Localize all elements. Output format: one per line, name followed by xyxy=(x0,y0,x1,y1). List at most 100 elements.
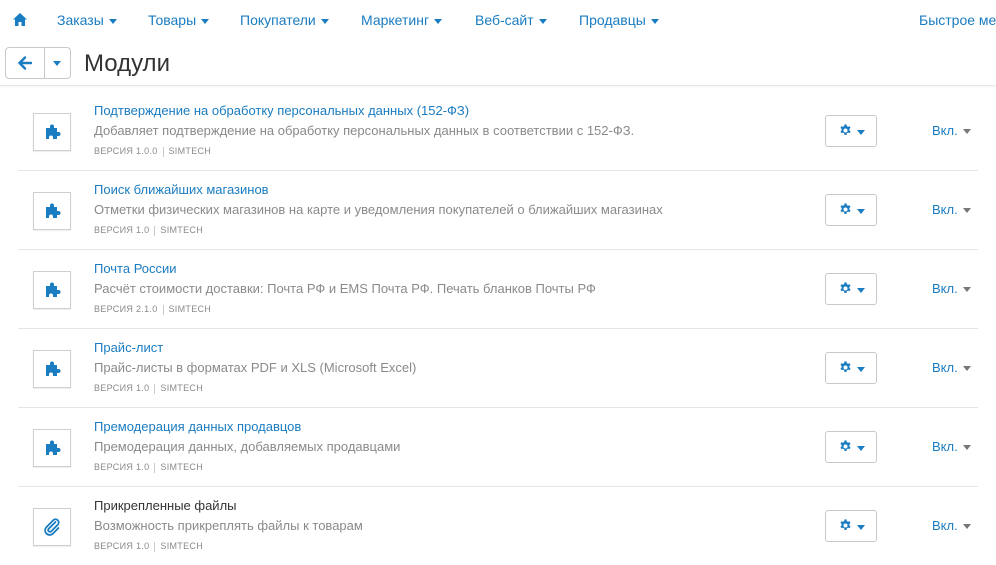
module-row: Прикрепленные файлы Возможность прикрепля… xyxy=(18,486,978,565)
arrow-left-icon xyxy=(18,56,32,70)
gear-icon xyxy=(840,361,851,372)
module-status-label: Вкл. xyxy=(932,281,958,296)
module-title[interactable]: Премодерация данных продавцов xyxy=(94,419,301,434)
gear-icon xyxy=(840,203,851,214)
module-settings-button[interactable] xyxy=(825,431,877,463)
chevron-down-icon xyxy=(538,18,547,24)
nav-vendors-label: Продавцы xyxy=(579,12,646,28)
back-button-group xyxy=(5,47,71,79)
module-vendor: SIMTECH xyxy=(160,225,203,235)
module-description: Отметки физических магазинов на карте и … xyxy=(94,202,663,217)
module-status-label: Вкл. xyxy=(932,518,958,533)
module-icon xyxy=(33,271,71,309)
module-meta: ВЕРСИЯ 1.0 SIMTECH xyxy=(94,541,203,552)
chevron-down-icon xyxy=(962,524,971,530)
back-dropdown-button[interactable] xyxy=(45,48,70,78)
module-status-label: Вкл. xyxy=(932,202,958,217)
chevron-down-icon xyxy=(108,18,117,24)
module-icon xyxy=(33,429,71,467)
module-icon xyxy=(33,350,71,388)
module-status-dropdown[interactable]: Вкл. xyxy=(932,281,971,296)
chevron-down-icon xyxy=(857,367,865,372)
chevron-down-icon xyxy=(320,18,329,24)
page-title: Модули xyxy=(84,50,170,77)
divider xyxy=(154,225,156,236)
puzzle-icon xyxy=(46,203,61,218)
chevron-down-icon xyxy=(962,129,971,135)
chevron-down-icon xyxy=(962,366,971,372)
gear-icon xyxy=(840,124,851,135)
gear-icon xyxy=(840,282,851,293)
module-version: ВЕРСИЯ 1.0 xyxy=(94,383,150,393)
puzzle-icon xyxy=(46,282,61,297)
nav-vendors[interactable]: Продавцы xyxy=(579,12,659,28)
top-navigation: Заказы Товары Покупатели Маркетинг Веб-с… xyxy=(0,0,996,42)
module-row: Премодерация данных продавцов Премодераци… xyxy=(18,407,978,487)
module-status-dropdown[interactable]: Вкл. xyxy=(932,439,971,454)
module-row: Прайс-лист Прайс-листы в форматах PDF и X… xyxy=(18,328,978,408)
module-version: ВЕРСИЯ 1.0 xyxy=(94,541,150,551)
nav-products[interactable]: Товары xyxy=(148,12,210,28)
module-row: Почта России Расчёт стоимости доставки: П… xyxy=(18,249,978,329)
puzzle-icon xyxy=(46,440,61,455)
gear-icon xyxy=(840,440,851,451)
chevron-down-icon xyxy=(857,209,865,214)
nav-website-label: Веб-сайт xyxy=(475,12,534,28)
module-description: Премодерация данных, добавляемых продавц… xyxy=(94,439,401,454)
module-meta: ВЕРСИЯ 1.0.0 SIMTECH xyxy=(94,146,211,157)
chevron-down-icon xyxy=(962,208,971,214)
module-row: Поиск ближайших магазинов Отметки физичес… xyxy=(18,170,978,250)
module-settings-button[interactable] xyxy=(825,352,877,384)
module-title[interactable]: Подтверждение на обработку персональных … xyxy=(94,103,469,118)
nav-orders-label: Заказы xyxy=(57,12,104,28)
nav-orders[interactable]: Заказы xyxy=(57,12,117,28)
divider xyxy=(162,304,164,315)
module-settings-button[interactable] xyxy=(825,194,877,226)
chevron-down-icon xyxy=(857,525,865,530)
module-version: ВЕРСИЯ 1.0 xyxy=(94,462,150,472)
module-version: ВЕРСИЯ 2.1.0 xyxy=(94,304,158,314)
chevron-down-icon xyxy=(650,18,659,24)
chevron-down-icon xyxy=(857,446,865,451)
module-meta: ВЕРСИЯ 1.0 SIMTECH xyxy=(94,383,203,394)
back-button[interactable] xyxy=(6,48,45,78)
nav-marketing[interactable]: Маркетинг xyxy=(361,12,443,28)
module-description: Прайс-листы в форматах PDF и XLS (Micros… xyxy=(94,360,417,375)
paperclip-icon xyxy=(44,518,60,536)
module-description: Добавляет подтверждение на обработку пер… xyxy=(94,123,635,138)
chevron-down-icon xyxy=(434,18,443,24)
module-status-dropdown[interactable]: Вкл. xyxy=(932,202,971,217)
module-meta: ВЕРСИЯ 1.0 SIMTECH xyxy=(94,462,203,473)
chevron-down-icon xyxy=(201,18,210,24)
module-version: ВЕРСИЯ 1.0 xyxy=(94,225,150,235)
chevron-down-icon xyxy=(962,287,971,293)
module-vendor: SIMTECH xyxy=(160,383,203,393)
module-title[interactable]: Почта России xyxy=(94,261,177,276)
chevron-down-icon xyxy=(857,288,865,293)
nav-customers[interactable]: Покупатели xyxy=(240,12,329,28)
module-settings-button[interactable] xyxy=(825,510,877,542)
module-row: Подтверждение на обработку персональных … xyxy=(18,91,978,171)
module-status-dropdown[interactable]: Вкл. xyxy=(932,518,971,533)
nav-website[interactable]: Веб-сайт xyxy=(475,12,547,28)
module-settings-button[interactable] xyxy=(825,115,877,147)
module-icon xyxy=(33,113,71,151)
module-status-label: Вкл. xyxy=(932,439,958,454)
divider xyxy=(154,462,156,473)
quick-menu-link[interactable]: Быстрое мен xyxy=(919,12,996,28)
nav-products-label: Товары xyxy=(148,12,197,28)
module-vendor: SIMTECH xyxy=(168,146,212,156)
chevron-down-icon xyxy=(857,130,865,135)
chevron-down-icon xyxy=(53,61,61,66)
module-status-label: Вкл. xyxy=(932,123,958,138)
home-icon[interactable] xyxy=(12,12,28,28)
module-title[interactable]: Поиск ближайших магазинов xyxy=(94,182,269,197)
module-settings-button[interactable] xyxy=(825,273,877,305)
module-title: Прикрепленные файлы xyxy=(94,498,237,513)
module-title[interactable]: Прайс-лист xyxy=(94,340,163,355)
module-description: Возможность прикреплять файлы к товарам xyxy=(94,518,363,533)
module-meta: ВЕРСИЯ 2.1.0 SIMTECH xyxy=(94,304,211,315)
module-status-dropdown[interactable]: Вкл. xyxy=(932,360,971,375)
puzzle-icon xyxy=(46,361,61,376)
module-status-dropdown[interactable]: Вкл. xyxy=(932,123,971,138)
